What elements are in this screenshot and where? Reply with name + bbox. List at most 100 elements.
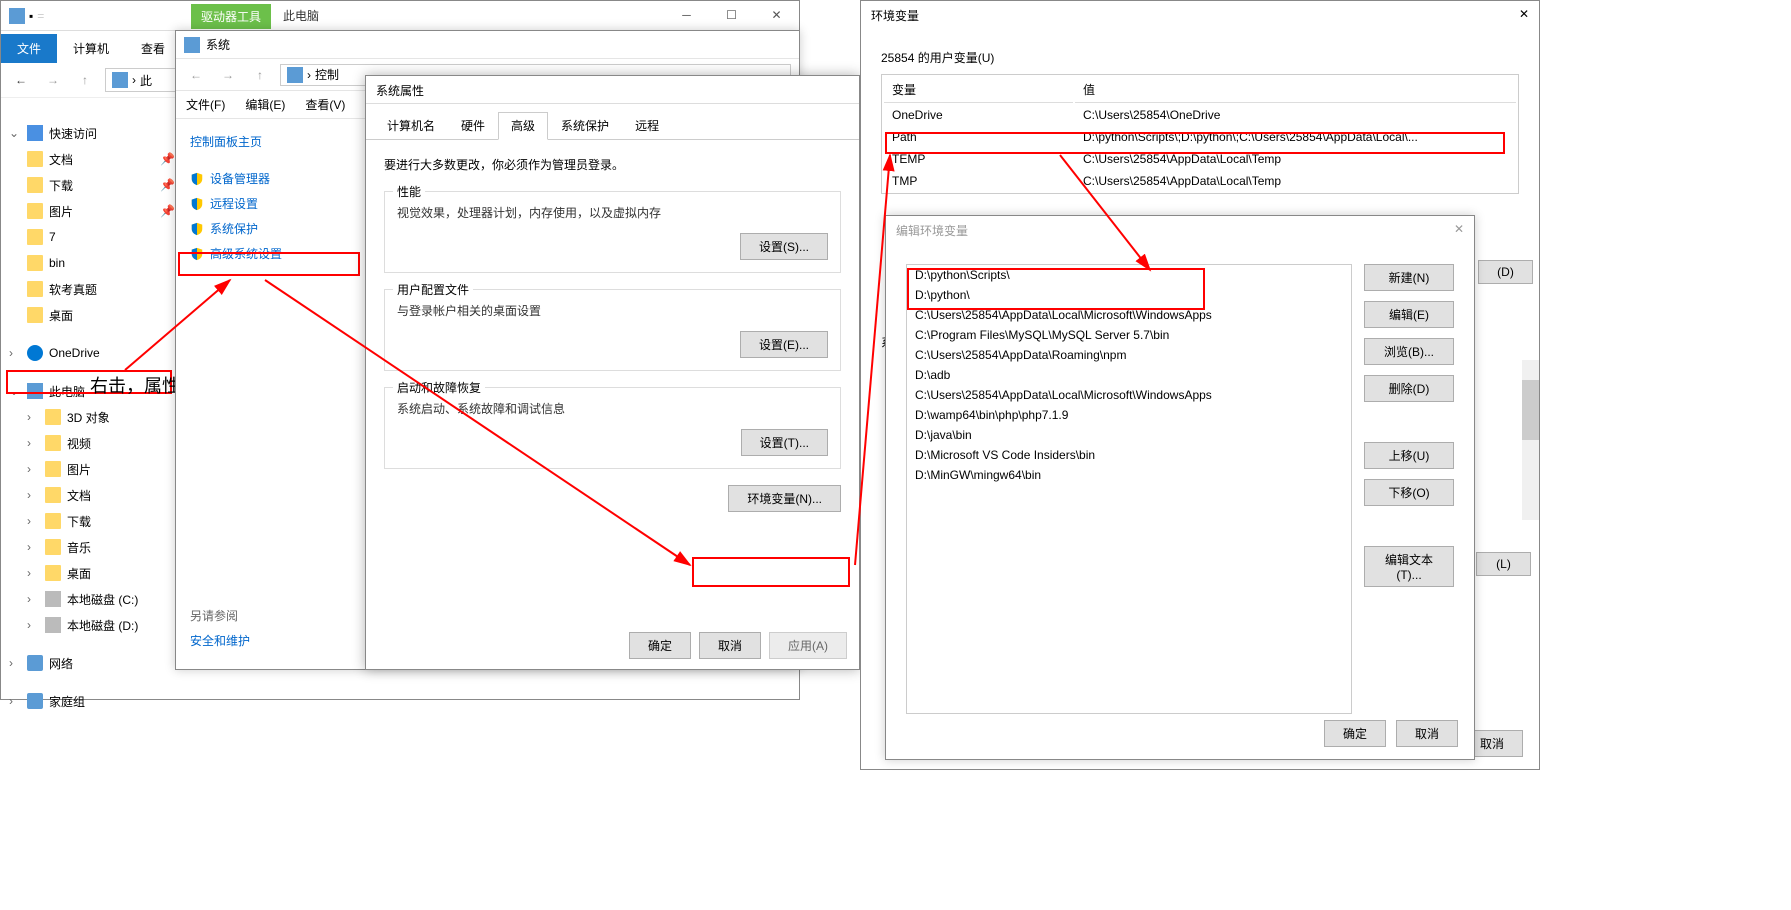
drive-tools-tab[interactable]: 驱动器工具 xyxy=(191,4,271,29)
tree-localdisk-c[interactable]: ›本地磁盘 (C:) xyxy=(5,586,175,612)
edit-button[interactable]: 编辑(E) xyxy=(1364,301,1454,328)
tree-videos[interactable]: ›视频 xyxy=(5,430,175,456)
scrollbar-thumb[interactable] xyxy=(1522,380,1539,440)
back-button[interactable]: ← xyxy=(184,63,208,87)
device-manager-link[interactable]: 设备管理器 xyxy=(190,170,342,187)
network-icon xyxy=(27,655,43,671)
tree-pictures2[interactable]: ›图片 xyxy=(5,456,175,482)
pc-icon xyxy=(27,383,43,399)
tab-computer-name[interactable]: 计算机名 xyxy=(374,112,448,139)
close-button[interactable]: ✕ xyxy=(1519,7,1529,23)
list-item[interactable]: C:\Users\25854\AppData\Roaming\npm xyxy=(907,345,1351,365)
table-row[interactable]: PathD:\python\Scripts\;D:\python\;C:\Use… xyxy=(884,127,1516,147)
shield-icon xyxy=(190,222,204,236)
path-list[interactable]: D:\python\Scripts\D:\python\C:\Users\258… xyxy=(906,264,1352,714)
delete-button[interactable]: 删除(D) xyxy=(1364,375,1454,402)
tree-7[interactable]: 7 xyxy=(5,224,175,250)
tree-network[interactable]: ›网络 xyxy=(5,650,175,676)
list-item[interactable]: D:\python\ xyxy=(907,285,1351,305)
apply-button[interactable]: 应用(A) xyxy=(769,632,847,659)
pin-icon: 📌 xyxy=(160,204,175,218)
forward-button[interactable]: → xyxy=(216,63,240,87)
scrollbar[interactable] xyxy=(1522,360,1539,520)
control-panel-home-link[interactable]: 控制面板主页 xyxy=(190,133,342,150)
file-menu[interactable]: 文件(F) xyxy=(176,96,235,113)
remote-settings-link[interactable]: 远程设置 xyxy=(190,195,342,212)
tree-3d-objects[interactable]: ›3D 对象 xyxy=(5,404,175,430)
minimize-button[interactable]: ─ xyxy=(664,1,709,29)
view-menu[interactable]: 查看(V) xyxy=(295,96,355,113)
list-item[interactable]: D:\adb xyxy=(907,365,1351,385)
edit-button-partial[interactable]: (L) xyxy=(1476,552,1531,576)
cell-val: C:\Users\25854\AppData\Local\Temp xyxy=(1075,149,1516,169)
tab-advanced[interactable]: 高级 xyxy=(498,112,548,140)
list-item[interactable]: D:\MinGW\mingw64\bin xyxy=(907,465,1351,485)
move-down-button[interactable]: 下移(O) xyxy=(1364,479,1454,506)
tree-examdocs[interactable]: 软考真题 xyxy=(5,276,175,302)
tree-music[interactable]: ›音乐 xyxy=(5,534,175,560)
move-up-button[interactable]: 上移(U) xyxy=(1364,442,1454,469)
tree-homegroup[interactable]: ›家庭组 xyxy=(5,688,175,714)
system-properties-dialog: 系统属性 计算机名 硬件 高级 系统保护 远程 要进行大多数更改，你必须作为管理… xyxy=(365,75,860,670)
advanced-system-settings-link[interactable]: 高级系统设置 xyxy=(190,245,342,262)
browse-button[interactable]: 浏览(B)... xyxy=(1364,338,1454,365)
close-button[interactable]: ✕ xyxy=(754,1,799,29)
tab-hardware[interactable]: 硬件 xyxy=(448,112,498,139)
list-item[interactable]: D:\java\bin xyxy=(907,425,1351,445)
tree-downloads[interactable]: 下载📌 xyxy=(5,172,175,198)
tab-protection[interactable]: 系统保护 xyxy=(548,112,622,139)
tree-localdisk-d[interactable]: ›本地磁盘 (D:) xyxy=(5,612,175,638)
list-item[interactable]: C:\Users\25854\AppData\Local\Microsoft\W… xyxy=(907,385,1351,405)
maximize-button[interactable]: ☐ xyxy=(709,1,754,29)
tree-desktop2[interactable]: ›桌面 xyxy=(5,560,175,586)
tree-pictures[interactable]: 图片📌 xyxy=(5,198,175,224)
user-vars-table[interactable]: 变量 值 OneDriveC:\Users\25854\OneDrivePath… xyxy=(881,74,1519,194)
list-item[interactable]: C:\Users\25854\AppData\Local\Microsoft\W… xyxy=(907,305,1351,325)
cancel-button[interactable]: 取消 xyxy=(699,632,761,659)
cancel-button[interactable]: 取消 xyxy=(1396,720,1458,747)
tree-desktop[interactable]: 桌面 xyxy=(5,302,175,328)
list-item[interactable]: D:\wamp64\bin\php\php7.1.9 xyxy=(907,405,1351,425)
tree-quick-access[interactable]: ⌄快速访问 xyxy=(5,120,175,146)
tree-documents2[interactable]: ›文档 xyxy=(5,482,175,508)
back-button[interactable]: ← xyxy=(9,68,33,92)
new-button[interactable]: 新建(N) xyxy=(1364,264,1454,291)
performance-settings-button[interactable]: 设置(S)... xyxy=(740,233,828,260)
tree-documents[interactable]: 文档📌 xyxy=(5,146,175,172)
file-menu[interactable]: 文件 xyxy=(1,34,57,63)
startup-settings-button[interactable]: 设置(T)... xyxy=(741,429,828,456)
list-item[interactable]: D:\python\Scripts\ xyxy=(907,265,1351,285)
up-button[interactable]: ↑ xyxy=(73,68,97,92)
close-button[interactable]: ✕ xyxy=(1454,222,1464,238)
security-maintenance-link[interactable]: 安全和维护 xyxy=(190,632,250,649)
edit-menu[interactable]: 编辑(E) xyxy=(235,96,295,113)
computer-menu[interactable]: 计算机 xyxy=(57,34,125,63)
profile-settings-button[interactable]: 设置(E)... xyxy=(740,331,828,358)
ok-button[interactable]: 确定 xyxy=(629,632,691,659)
performance-desc: 视觉效果，处理器计划，内存使用，以及虚拟内存 xyxy=(397,204,828,221)
up-button[interactable]: ↑ xyxy=(248,63,272,87)
pc-icon xyxy=(112,72,128,88)
new-button-partial[interactable]: (D) xyxy=(1478,260,1533,284)
pc-icon xyxy=(9,8,25,24)
view-menu[interactable]: 查看 xyxy=(125,34,181,63)
folder-icon xyxy=(45,539,61,555)
tree-downloads2[interactable]: ›下载 xyxy=(5,508,175,534)
table-row[interactable]: OneDriveC:\Users\25854\OneDrive xyxy=(884,105,1516,125)
table-row[interactable]: TEMPC:\Users\25854\AppData\Local\Temp xyxy=(884,149,1516,169)
table-row[interactable]: TMPC:\Users\25854\AppData\Local\Temp xyxy=(884,171,1516,191)
startup-desc: 系统启动、系统故障和调试信息 xyxy=(397,400,828,417)
tree-bin[interactable]: bin xyxy=(5,250,175,276)
forward-button[interactable]: → xyxy=(41,68,65,92)
env-vars-button[interactable]: 环境变量(N)... xyxy=(728,485,841,512)
this-pc-label: 此电脑 xyxy=(283,7,319,24)
cell-var: TMP xyxy=(884,171,1073,191)
user-profile-group: 用户配置文件 与登录帐户相关的桌面设置 设置(E)... xyxy=(384,289,841,371)
list-item[interactable]: C:\Program Files\MySQL\MySQL Server 5.7\… xyxy=(907,325,1351,345)
list-item[interactable]: D:\Microsoft VS Code Insiders\bin xyxy=(907,445,1351,465)
tree-onedrive[interactable]: ›OneDrive xyxy=(5,340,175,366)
edit-text-button[interactable]: 编辑文本(T)... xyxy=(1364,546,1454,587)
ok-button[interactable]: 确定 xyxy=(1324,720,1386,747)
system-protection-link[interactable]: 系统保护 xyxy=(190,220,342,237)
tab-remote[interactable]: 远程 xyxy=(622,112,672,139)
